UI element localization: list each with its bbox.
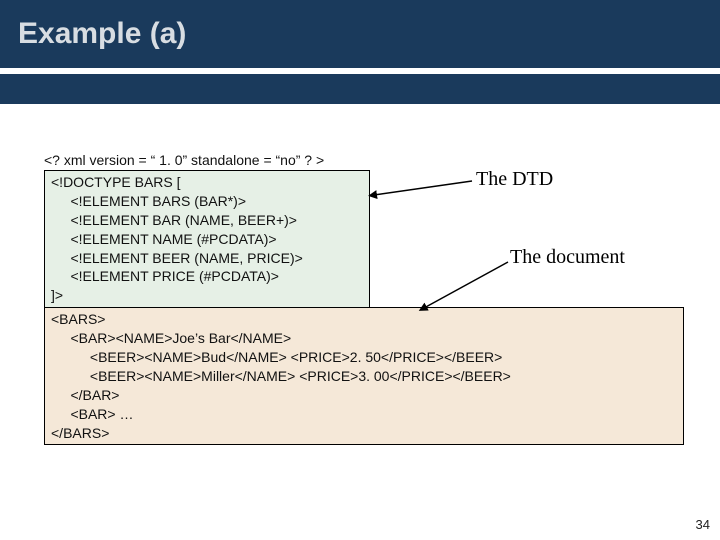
document-box: <BARS> <BAR><NAME>Joe’s Bar</NAME> <BEER… <box>44 307 684 445</box>
title-bar: Example (a) <box>0 0 720 68</box>
content-area: <? xml version = “ 1. 0” standalone = “n… <box>44 152 684 445</box>
xml-declaration: <? xml version = “ 1. 0” standalone = “n… <box>44 152 684 168</box>
page-number: 34 <box>696 517 710 532</box>
arrow-dtd <box>370 175 480 205</box>
label-dtd: The DTD <box>476 168 553 191</box>
dtd-box: <!DOCTYPE BARS [ <!ELEMENT BARS (BAR*)> … <box>44 170 370 308</box>
navy-strip <box>0 74 720 104</box>
arrow-document <box>418 258 518 318</box>
slide-title: Example (a) <box>18 17 186 51</box>
label-document: The document <box>510 246 625 269</box>
